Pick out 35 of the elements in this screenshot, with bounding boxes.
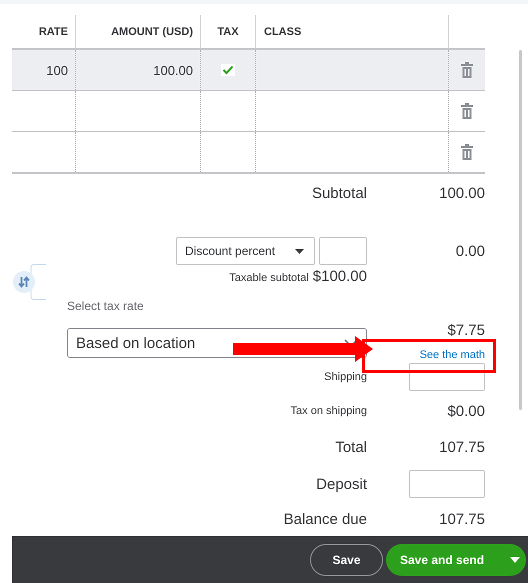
taxable-subtotal-label: Taxable subtotal: [229, 272, 309, 284]
save-button[interactable]: Save: [310, 544, 383, 576]
balance-due-value: 107.75: [439, 510, 485, 528]
subtotal-label: Subtotal: [312, 184, 367, 202]
checkmark-icon[interactable]: [221, 64, 235, 76]
table-cell: 100: [46, 62, 68, 78]
caret-icon: [295, 248, 304, 254]
column-header: CLASS: [256, 15, 449, 48]
caret-icon: [510, 556, 520, 562]
tax-on-shipping-label: Tax on shipping: [290, 405, 367, 417]
tax-on-shipping-value: $0.00: [447, 402, 485, 420]
shipping-label: Shipping: [324, 370, 367, 382]
sort-arrows-icon[interactable]: [12, 264, 46, 300]
total-value: 107.75: [439, 438, 485, 456]
tax-rate-label: Select tax rate: [67, 299, 145, 315]
see-the-math-link[interactable]: See the math: [420, 349, 485, 361]
taxable-subtotal-value: $100.00: [312, 268, 367, 284]
trash-icon[interactable]: [461, 144, 473, 160]
column-header: RATE: [12, 15, 76, 48]
balance-due-label: Balance due: [284, 510, 367, 528]
total-label: Total: [335, 438, 367, 456]
trash-icon[interactable]: [461, 103, 473, 119]
column-header: AMOUNT (USD): [76, 15, 201, 48]
subtotal-value: 100.00: [439, 184, 485, 202]
tax-amount: $7.75: [447, 322, 485, 339]
trash-icon[interactable]: [461, 62, 473, 78]
discount-type-dropdown[interactable]: Discount percent: [176, 237, 315, 266]
scrollbar[interactable]: [519, 50, 522, 410]
discount-input[interactable]: [319, 236, 367, 265]
table-cell: 100.00: [153, 62, 193, 78]
discount-value: 0.00: [456, 242, 485, 260]
deposit-label: Deposit: [316, 476, 367, 492]
column-header: TAX: [201, 15, 256, 48]
table-row[interactable]: 100 100.00: [12, 50, 485, 91]
deposit-input[interactable]: [409, 470, 485, 498]
